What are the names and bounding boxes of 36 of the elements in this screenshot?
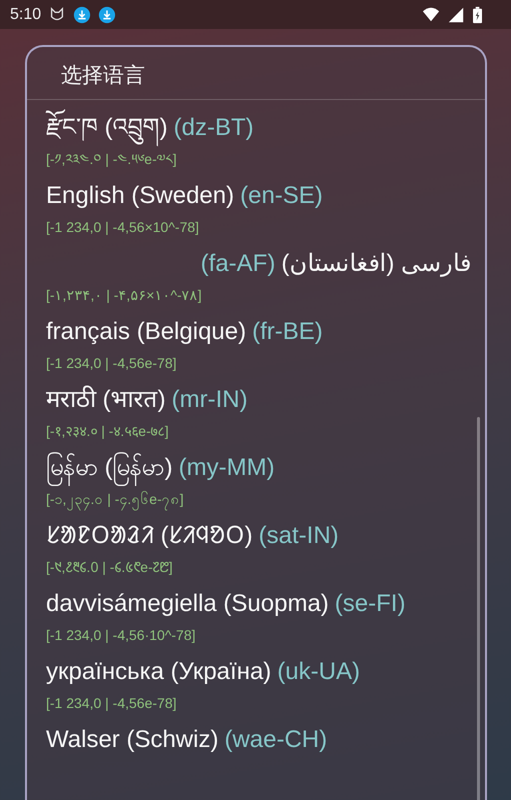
wifi-icon [422, 6, 440, 24]
language-code: (dz-BT) [174, 113, 254, 143]
dialog-title: 选择语言 [27, 47, 485, 100]
language-code: (sat-IN) [258, 521, 339, 551]
language-code: (uk-UA) [277, 657, 360, 687]
number-sample: [-1 234,0 | -4,56e-78] [46, 694, 178, 712]
clock-time: 5:10 [10, 6, 42, 24]
battery-icon [472, 6, 483, 24]
language-code: (mr-IN) [172, 385, 248, 415]
language-name[interactable]: davvisámegiella (Suopma) [46, 582, 329, 626]
language-name[interactable]: ᱥᱟᱱᱛᱟᱲᱤ (ᱥᱤᱧᱚᱛ) [46, 514, 253, 558]
language-name[interactable]: मराठी (भारत) [46, 378, 166, 422]
language-name[interactable]: فارسی (افغانستان) [281, 242, 471, 286]
number-sample: [-༡,༢༣༤.༠ | -༤.༥༦e-༧༨] [46, 150, 178, 168]
number-sample: [-१,२३४.० | -४.५६e-७८] [46, 422, 170, 440]
language-code: (wae-CH) [224, 725, 328, 755]
number-sample: [-۱,۲۳۴,۰ | -۴,۵۶×۱۰^-۷۸] [46, 286, 203, 304]
number-sample: [-1 234,0 | -4,56·10^-78] [46, 626, 197, 644]
number-sample: [-1 234,0 | -4,56e-78] [46, 354, 178, 372]
language-name[interactable]: རྫོང་ཁ (འབྲུག) [46, 106, 168, 150]
number-sample: [-1 234,0 | -4,56×10^-78] [46, 218, 200, 236]
language-name[interactable]: français (Belgique) [46, 310, 246, 354]
language-name[interactable]: українська (Україна) [46, 650, 272, 694]
download-icon [98, 6, 116, 24]
language-code: (my-MM) [178, 453, 275, 483]
language-name[interactable]: မြန်မာ (မြန်မာ) [46, 446, 173, 490]
language-code: (fr-BE) [252, 317, 323, 347]
language-name[interactable]: English (Sweden) [46, 174, 234, 218]
language-name[interactable]: Walser (Schwiz) [46, 718, 218, 762]
download-icon [73, 6, 92, 24]
language-code: (en-SE) [240, 181, 323, 211]
language-code: (se-FI) [334, 589, 406, 619]
signal-icon [447, 6, 465, 24]
language-code: (fa-AF) [200, 249, 276, 279]
number-sample: [-၁,၂၃၄.၀ | -၄.၅၆e-၇၈] [46, 490, 475, 508]
number-sample: [-᱑,᱒᱓᱔.᱐ | -᱔.᱕᱖e-᱗᱘] [46, 558, 174, 576]
